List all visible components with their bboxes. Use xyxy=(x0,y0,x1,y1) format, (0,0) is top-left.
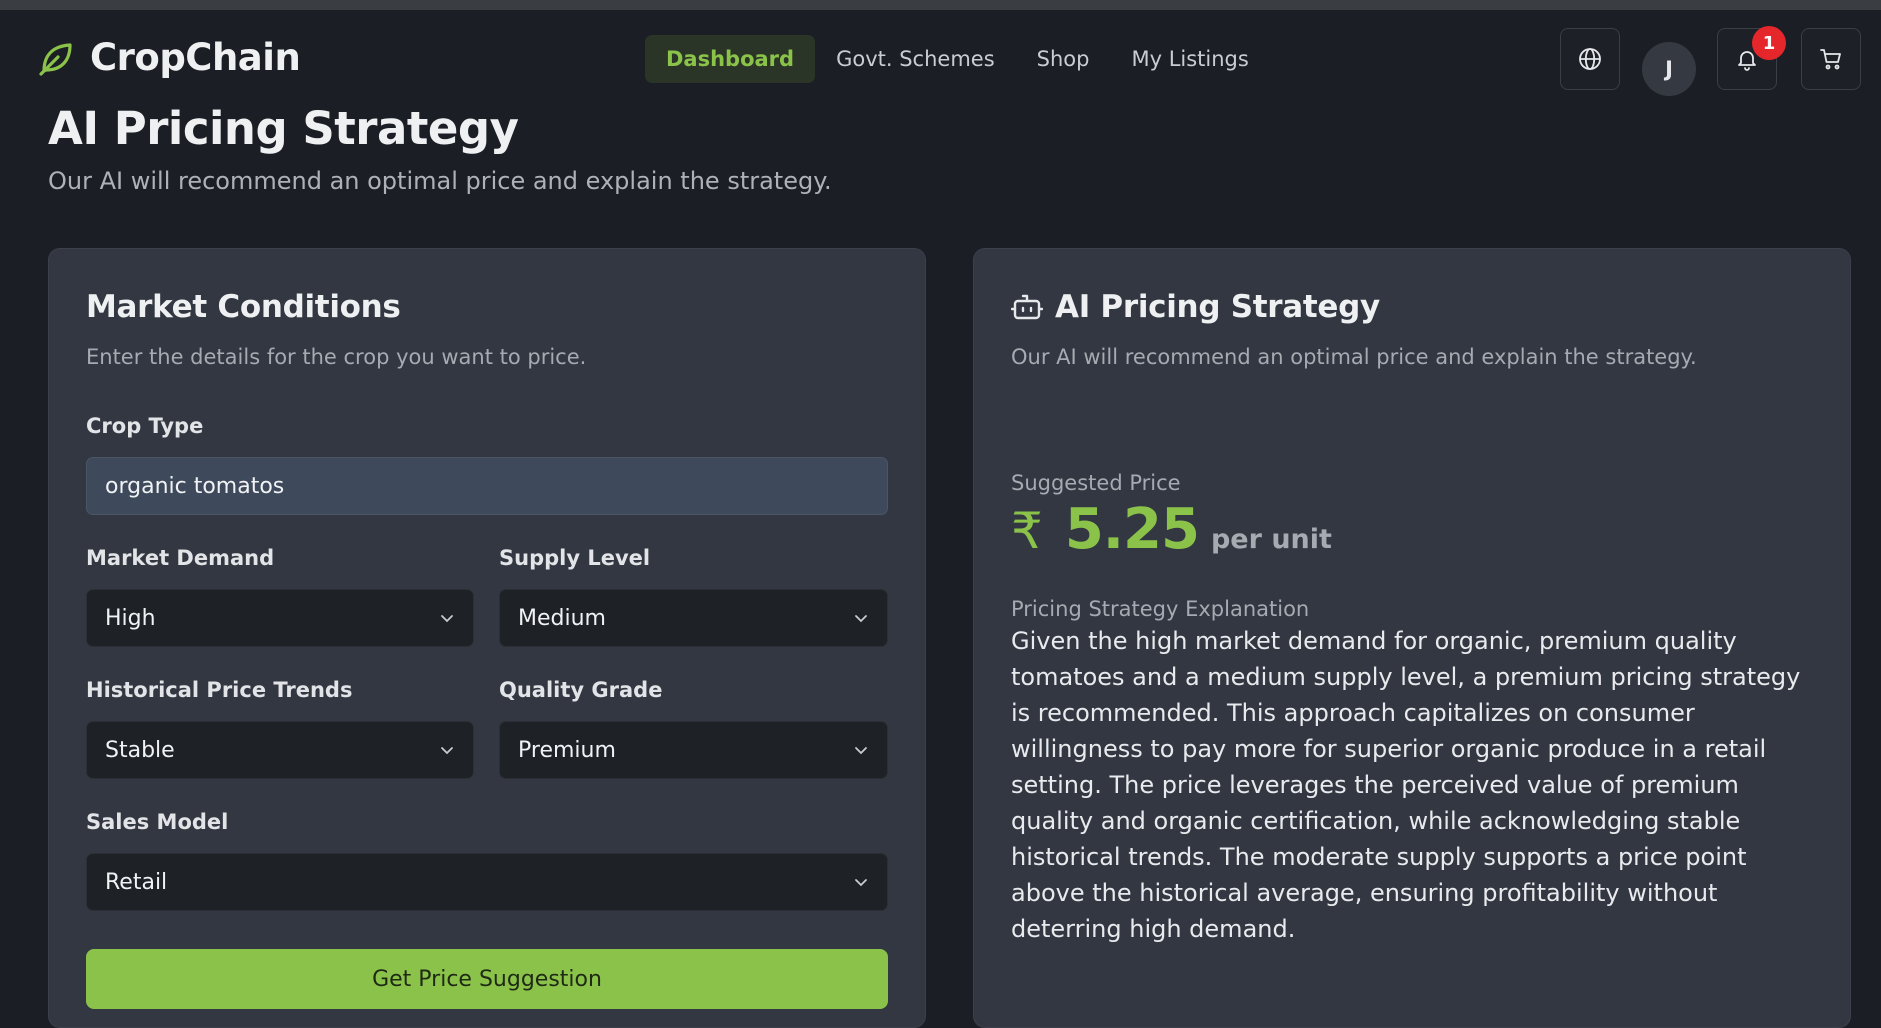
supply-level-select[interactable]: Medium xyxy=(499,589,888,647)
nav-item-my-listings[interactable]: My Listings xyxy=(1110,35,1269,83)
chevron-down-icon xyxy=(855,879,867,887)
quality-grade-select[interactable]: Premium xyxy=(499,721,888,779)
user-avatar[interactable]: J xyxy=(1642,42,1696,96)
card-title: Market Conditions xyxy=(86,289,401,325)
cart-icon xyxy=(1820,49,1841,70)
supply-level-value: Medium xyxy=(518,605,606,631)
explanation-label: Pricing Strategy Explanation xyxy=(1011,597,1310,621)
globe-icon xyxy=(1579,48,1601,70)
notification-badge: 1 xyxy=(1752,26,1786,60)
suggested-price-label: Suggested Price xyxy=(1011,471,1181,495)
chevron-down-icon xyxy=(855,747,867,755)
nav-item-dashboard[interactable]: Dashboard xyxy=(645,35,816,83)
cart-button[interactable] xyxy=(1801,28,1861,90)
crop-type-value: organic tomatos xyxy=(105,473,285,499)
market-conditions-card: Market Conditions Enter the details for … xyxy=(48,248,926,1028)
window-top-strip xyxy=(0,0,1881,10)
result-title: AI Pricing Strategy xyxy=(1055,289,1380,325)
sales-model-value: Retail xyxy=(105,869,168,895)
historical-trends-label: Historical Price Trends xyxy=(86,678,353,702)
language-button[interactable] xyxy=(1560,28,1620,90)
crop-type-input[interactable]: organic tomatos xyxy=(86,457,888,515)
quality-grade-label: Quality Grade xyxy=(499,678,663,702)
main-nav: Dashboard Govt. Schemes Shop My Listings xyxy=(645,35,1270,83)
chevron-down-icon xyxy=(441,747,453,755)
explanation-text: Given the high market demand for organic… xyxy=(1011,627,1801,943)
market-demand-label: Market Demand xyxy=(86,546,275,570)
price-value: 5.25 xyxy=(1064,497,1200,562)
nav-item-shop[interactable]: Shop xyxy=(1016,35,1111,83)
price-unit: per unit xyxy=(1210,524,1332,555)
card-subtitle: Enter the details for the crop you want … xyxy=(86,345,587,369)
sales-model-label: Sales Model xyxy=(86,810,229,834)
page-subtitle: Our AI will recommend an optimal price a… xyxy=(48,167,832,195)
nav-item-govt-schemes[interactable]: Govt. Schemes xyxy=(815,35,1016,83)
rupee-icon: ₹ xyxy=(1011,502,1043,560)
chevron-down-icon xyxy=(441,615,453,623)
robot-icon xyxy=(1011,294,1043,320)
leaf-logo-icon xyxy=(39,42,72,76)
crop-type-label: Crop Type xyxy=(86,414,204,438)
historical-trends-value: Stable xyxy=(105,737,175,763)
suggested-price: ₹ 5.25 per unit xyxy=(1011,497,1332,562)
get-price-suggestion-button[interactable]: Get Price Suggestion xyxy=(86,949,888,1009)
result-title-row: AI Pricing Strategy xyxy=(1011,289,1380,325)
quality-grade-value: Premium xyxy=(518,737,616,763)
historical-trends-select[interactable]: Stable xyxy=(86,721,474,779)
brand-name: CropChain xyxy=(90,36,301,79)
sales-model-select[interactable]: Retail xyxy=(86,853,888,911)
page-title: AI Pricing Strategy xyxy=(48,102,519,155)
ai-pricing-result-card: AI Pricing Strategy Our AI will recommen… xyxy=(973,248,1851,1028)
chevron-down-icon xyxy=(855,615,867,623)
market-demand-value: High xyxy=(105,605,156,631)
result-subtitle: Our AI will recommend an optimal price a… xyxy=(1011,345,1697,369)
app-header: CropChain Dashboard Govt. Schemes Shop M… xyxy=(0,10,1881,108)
supply-level-label: Supply Level xyxy=(499,546,651,570)
market-demand-select[interactable]: High xyxy=(86,589,474,647)
brand[interactable]: CropChain xyxy=(36,36,301,79)
